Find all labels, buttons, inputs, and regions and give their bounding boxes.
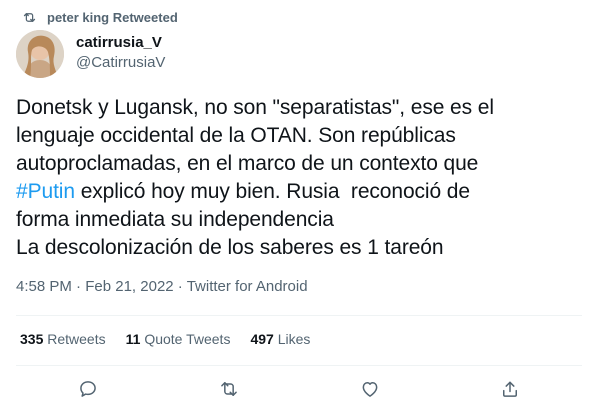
divider	[16, 315, 582, 316]
retweet-button[interactable]	[218, 378, 240, 400]
reply-icon	[78, 379, 98, 399]
share-icon	[500, 379, 520, 399]
likes-stat[interactable]: 497 Likes	[250, 331, 310, 347]
heart-icon	[360, 379, 380, 399]
meta-separator: ·	[71, 278, 86, 295]
avatar[interactable]	[16, 30, 64, 78]
retweets-count: 335	[20, 331, 44, 347]
author-block[interactable]: catirrusia_V @CatirrusiaV	[76, 33, 165, 73]
like-button[interactable]	[359, 378, 381, 400]
share-button[interactable]	[499, 378, 521, 400]
hashtag-link[interactable]: #Putin	[16, 180, 75, 203]
quote-tweets-count: 11	[125, 331, 141, 347]
divider	[16, 365, 582, 366]
tweet-date[interactable]: Feb 21, 2022	[85, 278, 173, 295]
tweet-line: La descolonización de los saberes es 1 t…	[16, 236, 444, 259]
tweet-source[interactable]: Twitter for Android	[187, 278, 308, 295]
retweet-icon	[219, 379, 239, 399]
tweet-line: #Putin explicó hoy muy bien. Rusia recon…	[16, 178, 586, 206]
user-handle[interactable]: @CatirrusiaV	[76, 53, 165, 73]
retweets-stat[interactable]: 335 Retweets	[20, 331, 106, 347]
tweet-line-rest: explicó hoy muy bien. Rusia reconoció de	[74, 180, 470, 203]
likes-label: Likes	[277, 331, 311, 347]
retweet-context-label: peter king Retweeted	[47, 9, 178, 25]
tweet-actions	[16, 378, 582, 402]
tweet-stats: 335 Retweets 11 Quote Tweets 497 Likes	[20, 331, 310, 347]
quote-tweets-label: Quote Tweets	[144, 331, 231, 347]
reply-button[interactable]	[77, 378, 99, 400]
tweet-line: lenguaje occidental de la OTAN. Son repú…	[16, 124, 456, 147]
retweet-context[interactable]: peter king Retweeted	[22, 8, 178, 26]
quote-tweets-stat[interactable]: 11 Quote Tweets	[126, 331, 231, 347]
retweets-label: Retweets	[47, 331, 106, 347]
likes-count: 497	[250, 331, 274, 347]
meta-separator: ·	[173, 278, 187, 295]
tweet-line: forma inmediata su independencia	[16, 208, 334, 231]
tweet-text: Donetsk y Lugansk, no son "separatistas"…	[16, 94, 586, 262]
retweet-icon	[22, 10, 37, 25]
tweet-meta: 4:58 PM · Feb 21, 2022 · Twitter for And…	[16, 278, 308, 295]
tweet-time[interactable]: 4:58 PM	[16, 278, 72, 295]
tweet-line: autoproclamadas, en el marco de un conte…	[16, 152, 479, 175]
tweet-line: Donetsk y Lugansk, no son "separatistas"…	[16, 96, 494, 119]
display-name[interactable]: catirrusia_V	[76, 33, 165, 53]
